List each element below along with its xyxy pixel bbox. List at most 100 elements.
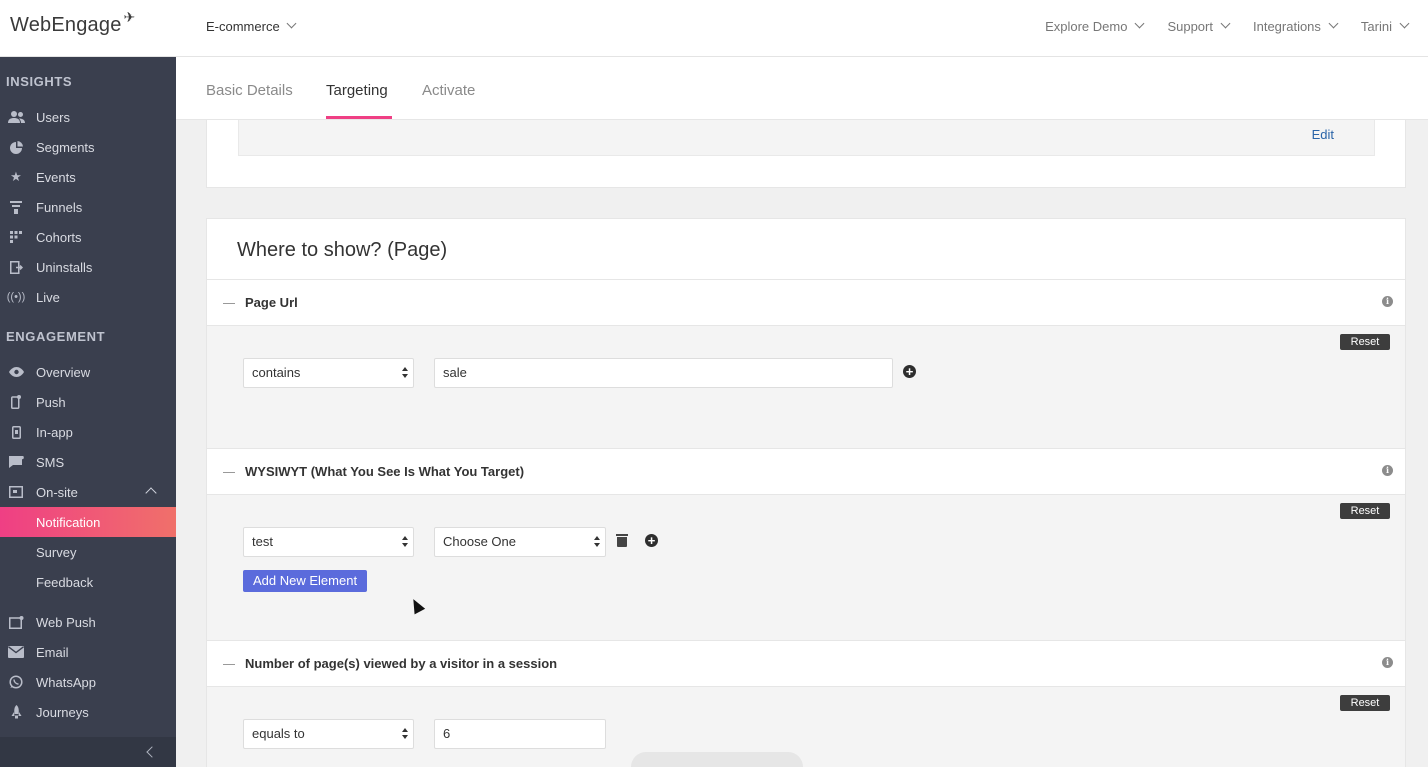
mobile-push-icon xyxy=(7,395,25,409)
window-icon xyxy=(7,485,25,499)
sidebar-item-push[interactable]: Push xyxy=(0,387,176,417)
pages-operator-select[interactable]: equals to xyxy=(243,719,414,749)
tab-activate[interactable]: Activate xyxy=(422,82,475,99)
add-condition-icon[interactable]: + xyxy=(903,365,916,378)
sidebar-item-label: In-app xyxy=(36,424,73,440)
funnel-icon xyxy=(7,200,25,214)
input-value: sale xyxy=(443,365,467,380)
section-title: WYSIWYT (What You See Is What You Target… xyxy=(245,464,525,479)
sidebar-item-label: Segments xyxy=(36,139,95,155)
logo-text: WebEngage xyxy=(10,14,122,36)
pages-count-input[interactable]: 6 xyxy=(434,719,606,749)
support-label: Support xyxy=(1167,19,1213,34)
sidebar-item-events[interactable]: ★ Events xyxy=(0,162,176,192)
tab-targeting[interactable]: Targeting xyxy=(326,82,388,99)
edit-link[interactable]: Edit xyxy=(1312,127,1334,142)
sidebar-item-overview[interactable]: Overview xyxy=(0,357,176,387)
choice-select[interactable]: Choose One xyxy=(434,527,606,557)
reset-button[interactable]: Reset xyxy=(1340,334,1390,350)
wysiwyt-section-header[interactable]: WYSIWYT (What You See Is What You Target… xyxy=(207,448,1405,495)
info-icon[interactable]: i xyxy=(1382,296,1393,307)
chevron-down-icon xyxy=(1399,18,1410,29)
sidebar-item-on-site[interactable]: On-site xyxy=(0,477,176,507)
chevron-down-icon xyxy=(286,18,297,29)
page-url-section-header[interactable]: Page Url i xyxy=(207,279,1405,326)
select-arrows-icon xyxy=(402,728,408,740)
sidebar-item-label: Web Push xyxy=(36,614,96,630)
sidebar-item-notification[interactable]: Notification xyxy=(0,507,176,537)
sidebar-item-uninstalls[interactable]: Uninstalls xyxy=(0,252,176,282)
explore-demo-label: Explore Demo xyxy=(1045,19,1128,34)
sidebar-item-label: Overview xyxy=(36,364,91,380)
sidebar-item-label: On-site xyxy=(36,484,78,500)
sidebar-item-feedback[interactable]: Feedback xyxy=(0,567,176,597)
integrations-menu[interactable]: Integrations xyxy=(1252,18,1339,34)
sidebar-item-label: Uninstalls xyxy=(36,259,93,275)
page-url-section-body: Reset contains sale + xyxy=(207,326,1405,448)
url-operator-select[interactable]: contains xyxy=(243,358,414,388)
sidebar-item-journeys[interactable]: Journeys xyxy=(0,697,176,727)
web-push-icon xyxy=(7,615,25,629)
sidebar-item-in-app[interactable]: In-app xyxy=(0,417,176,447)
pie-chart-icon xyxy=(7,140,25,154)
engagement-heading: ENGAGEMENT xyxy=(6,329,106,344)
eye-icon xyxy=(7,365,25,379)
pages-viewed-section-header[interactable]: Number of page(s) viewed by a visitor in… xyxy=(207,640,1405,687)
info-icon[interactable]: i xyxy=(1382,465,1393,476)
add-new-element-button[interactable]: Add New Element xyxy=(243,570,368,592)
info-icon[interactable]: i xyxy=(1382,657,1393,668)
sidebar-item-cohorts[interactable]: Cohorts xyxy=(0,222,176,252)
select-arrows-icon xyxy=(594,536,600,548)
chevron-up-icon[interactable] xyxy=(145,487,157,499)
section-title: Number of page(s) viewed by a visitor in… xyxy=(245,656,558,671)
support-menu[interactable]: Support xyxy=(1167,18,1231,34)
sidebar-item-web-push[interactable]: Web Push xyxy=(0,607,176,637)
explore-demo-menu[interactable]: Explore Demo xyxy=(1045,18,1145,34)
collapse-sidebar-icon[interactable] xyxy=(146,746,158,758)
select-value: Choose One xyxy=(443,534,516,549)
webengage-logo[interactable]: WebEngage ✈ xyxy=(10,9,135,37)
sidebar-item-label: Email xyxy=(36,644,69,660)
collapse-dash-icon[interactable] xyxy=(223,472,235,473)
sidebar-item-label: Journeys xyxy=(36,704,89,720)
tab-basic-details[interactable]: Basic Details xyxy=(206,82,293,99)
sidebar-item-users[interactable]: Users xyxy=(0,102,176,132)
add-condition-icon[interactable]: + xyxy=(645,534,658,547)
chat-icon xyxy=(7,455,25,469)
sidebar-item-label: WhatsApp xyxy=(36,674,96,690)
project-selector[interactable]: E-commerce xyxy=(206,18,297,34)
sidebar-item-sms[interactable]: SMS xyxy=(0,447,176,477)
select-value: equals to xyxy=(252,726,305,741)
project-name: E-commerce xyxy=(206,19,280,34)
select-arrows-icon xyxy=(402,536,408,548)
sidebar-item-segments[interactable]: Segments xyxy=(0,132,176,162)
collapse-dash-icon[interactable] xyxy=(223,664,235,665)
sidebar-item-live[interactable]: ((•)) Live xyxy=(0,282,176,312)
sidebar-item-email[interactable]: Email xyxy=(0,637,176,667)
user-menu[interactable]: Tarini xyxy=(1361,18,1410,34)
trash-icon[interactable] xyxy=(616,534,628,548)
sidebar-item-label: Live xyxy=(36,289,60,305)
sidebar-item-whatsapp[interactable]: WhatsApp xyxy=(0,667,176,697)
pages-viewed-section-body: Reset equals to 6 xyxy=(207,687,1405,767)
select-value: contains xyxy=(252,365,301,380)
input-value: 6 xyxy=(443,726,451,741)
users-icon xyxy=(7,110,25,124)
insights-heading: INSIGHTS xyxy=(6,74,73,89)
element-select[interactable]: test xyxy=(243,527,414,557)
sidebar-item-label: Cohorts xyxy=(36,229,82,245)
sidebar-item-survey[interactable]: Survey xyxy=(0,537,176,567)
select-arrows-icon xyxy=(402,367,408,379)
chevron-down-icon xyxy=(1220,18,1231,29)
sidebar-item-funnels[interactable]: Funnels xyxy=(0,192,176,222)
integrations-label: Integrations xyxy=(1252,19,1321,34)
collapse-dash-icon[interactable] xyxy=(223,303,235,304)
sidebar-item-label: Users xyxy=(36,109,70,125)
exit-icon xyxy=(7,260,25,274)
select-value: test xyxy=(252,534,273,549)
top-header: WebEngage ✈ E-commerce Explore Demo Supp… xyxy=(0,0,1428,57)
reset-button[interactable]: Reset xyxy=(1340,695,1390,711)
broadcast-icon: ((•)) xyxy=(6,291,26,303)
reset-button[interactable]: Reset xyxy=(1340,503,1390,519)
url-value-input[interactable]: sale xyxy=(434,358,893,388)
